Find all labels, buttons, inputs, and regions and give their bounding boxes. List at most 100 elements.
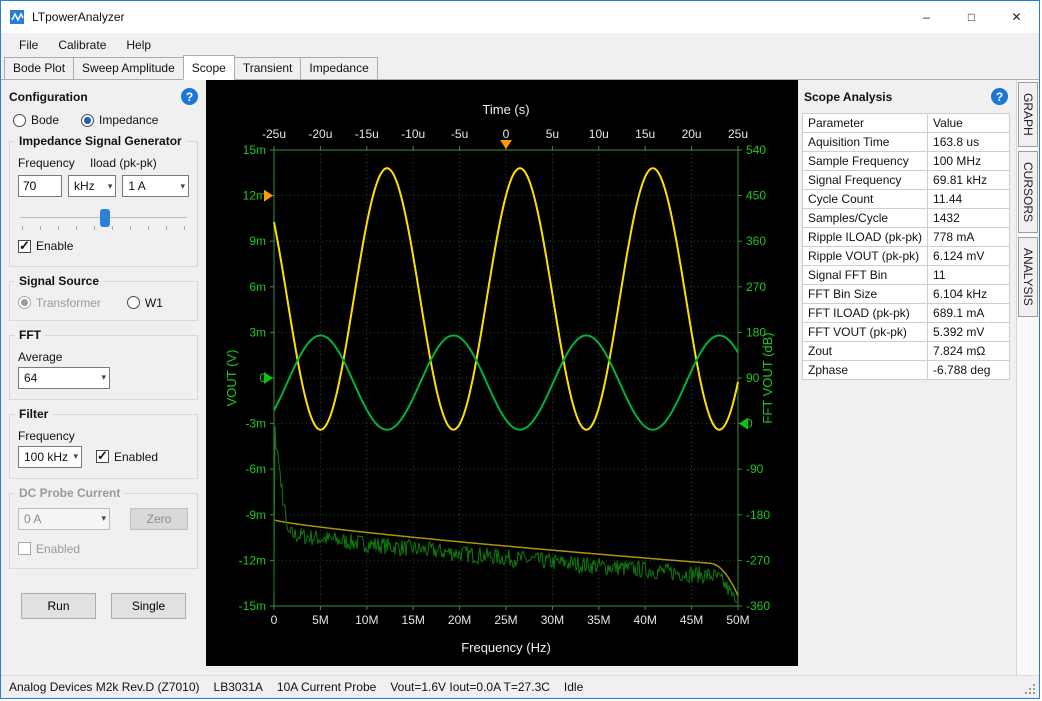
analysis-parameter: Ripple ILOAD (pk-pk) [803,228,928,247]
svg-text:-3m: -3m [245,417,266,431]
filter-enabled-checkbox[interactable]: Enabled [96,450,158,464]
radio-transformer-label: Transformer [36,296,101,310]
checkbox-box [18,542,31,555]
frequency-label: Frequency [18,156,84,170]
radio-dot [81,114,94,127]
radio-transformer[interactable]: Transformer [18,296,101,310]
filter-group: Filter Frequency 100 kHz ▾ Enabled [9,414,198,479]
svg-text:0: 0 [271,613,278,627]
analysis-row[interactable]: Aquisition Time163.8 us [803,133,1010,152]
analysis-value: 163.8 us [928,133,1010,152]
svg-text:-180: -180 [746,508,770,522]
svg-text:-360: -360 [746,599,770,613]
svg-text:50M: 50M [726,613,749,627]
help-icon[interactable]: ? [991,88,1008,105]
svg-text:Time (s): Time (s) [482,102,529,117]
radio-bode-label: Bode [31,113,59,127]
single-button[interactable]: Single [111,593,186,619]
analysis-col-parameter: Parameter [803,114,928,133]
analysis-row[interactable]: FFT VOUT (pk-pk)5.392 mV [803,323,1010,342]
svg-text:FFT VOUT (dB): FFT VOUT (dB) [760,332,775,423]
dock-tab-strip: GRAPH CURSORS ANALYSIS [1016,80,1039,675]
frequency-unit-select[interactable]: kHz ▾ [68,175,116,197]
analysis-value: 11 [928,266,1010,285]
analysis-row[interactable]: FFT Bin Size6.104 kHz [803,285,1010,304]
analysis-parameter: Aquisition Time [803,133,928,152]
svg-text:-12m: -12m [239,553,266,567]
maximize-button[interactable]: □ [949,1,994,33]
frequency-slider-thumb[interactable] [100,209,110,227]
svg-text:10u: 10u [589,127,609,141]
average-label: Average [18,350,189,364]
tab-impedance[interactable]: Impedance [300,57,377,80]
analysis-parameter: Ripple VOUT (pk-pk) [803,247,928,266]
minimize-button[interactable]: – [904,1,949,33]
analysis-row[interactable]: Ripple ILOAD (pk-pk)778 mA [803,228,1010,247]
tab-sweep-amplitude[interactable]: Sweep Amplitude [73,57,184,80]
help-icon[interactable]: ? [181,88,198,105]
radio-impedance[interactable]: Impedance [81,113,158,127]
dc-probe-current-value: 0 A [24,512,41,526]
svg-text:90: 90 [746,371,760,385]
close-button[interactable]: ✕ [994,1,1039,33]
status-segment: Vout=1.6V Iout=0.0A T=27.3C [390,680,550,694]
svg-text:-10u: -10u [401,127,425,141]
svg-text:15m: 15m [243,143,266,157]
dc-probe-enabled-checkbox: Enabled [18,542,80,556]
iload-select[interactable]: 1 A ▾ [122,175,189,197]
analysis-header-row: Parameter Value [803,114,1010,133]
tab-bode-plot[interactable]: Bode Plot [4,57,74,80]
analysis-row[interactable]: Zphase-6.788 deg [803,361,1010,380]
svg-text:-5u: -5u [451,127,468,141]
svg-text:VOUT (V): VOUT (V) [224,350,239,407]
analysis-value: -6.788 deg [928,361,1010,380]
analysis-title: Scope Analysis [804,90,892,104]
svg-text:-9m: -9m [245,508,266,522]
radio-bode[interactable]: Bode [13,113,59,127]
mode-radio-group: Bode Impedance [13,113,198,127]
radio-w1[interactable]: W1 [127,296,163,310]
status-segment: 10A Current Probe [277,680,376,694]
analysis-row[interactable]: Signal Frequency69.81 kHz [803,171,1010,190]
signal-source-group: Signal Source Transformer W1 [9,281,198,321]
checkbox-box [96,450,109,463]
side-tab-cursors[interactable]: CURSORS [1018,151,1038,233]
resize-grip-icon[interactable] [1033,692,1035,694]
fft-average-value: 64 [24,371,37,385]
analysis-parameter: FFT VOUT (pk-pk) [803,323,928,342]
side-tab-analysis[interactable]: ANALYSIS [1018,237,1038,317]
analysis-row[interactable]: Ripple VOUT (pk-pk)6.124 mV [803,247,1010,266]
dc-probe-current-select: 0 A ▾ [18,508,110,530]
chevron-down-icon: ▾ [108,181,113,192]
frequency-input[interactable] [18,175,62,197]
radio-dot [127,296,140,309]
menu-file[interactable]: File [9,35,48,55]
filter-frequency-select[interactable]: 100 kHz ▾ [18,446,82,468]
run-button[interactable]: Run [21,593,96,619]
menu-calibrate[interactable]: Calibrate [48,35,116,55]
frequency-slider[interactable] [20,207,187,233]
analysis-row[interactable]: Samples/Cycle1432 [803,209,1010,228]
tab-transient[interactable]: Transient [234,57,302,80]
analysis-table: Parameter Value Aquisition Time163.8 usS… [802,113,1010,380]
analysis-parameter: Sample Frequency [803,152,928,171]
fft-average-select[interactable]: 64 ▾ [18,367,110,389]
menu-help[interactable]: Help [116,35,161,55]
analysis-row[interactable]: Zout7.824 mΩ [803,342,1010,361]
control-panel: Configuration ? Bode Impedance Impedance… [1,80,206,675]
svg-text:-6m: -6m [245,462,266,476]
analysis-row[interactable]: Sample Frequency100 MHz [803,152,1010,171]
analysis-row[interactable]: Cycle Count11.44 [803,190,1010,209]
enable-checkbox[interactable]: Enable [18,239,73,253]
filter-enabled-label: Enabled [114,450,158,464]
main-content: Configuration ? Bode Impedance Impedance… [1,79,1039,675]
scope-plot[interactable]: -25u0-20u5M-15u10M-10u15M-5u20M025M5u30M… [206,80,798,666]
iload-value: 1 A [128,179,145,193]
analysis-row[interactable]: Signal FFT Bin11 [803,266,1010,285]
side-tab-graph[interactable]: GRAPH [1018,82,1038,147]
svg-text:9m: 9m [249,234,266,248]
analysis-row[interactable]: FFT ILOAD (pk-pk)689.1 mA [803,304,1010,323]
tab-scope[interactable]: Scope [183,55,235,80]
status-bar: Analog Devices M2k Rev.D (Z7010)LB3031A1… [1,675,1039,698]
analysis-value: 778 mA [928,228,1010,247]
